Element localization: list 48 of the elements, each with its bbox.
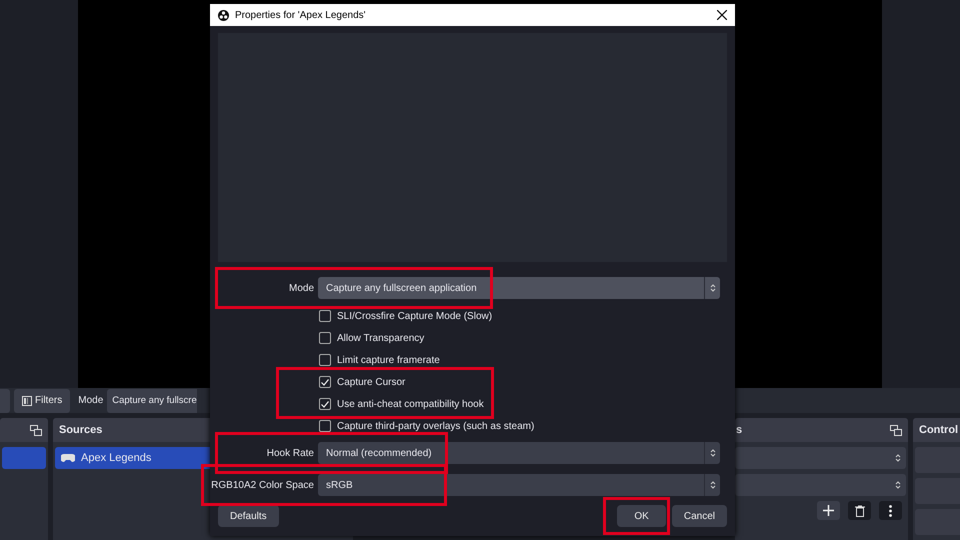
filters-button[interactable]: Filters: [14, 388, 70, 412]
more-button[interactable]: [879, 501, 902, 520]
checkbox[interactable]: SLI/Crossfire Capture Mode (Slow): [318, 310, 492, 322]
field-label: RGB10A2 Color Space: [211, 480, 314, 490]
dock-title: Control: [919, 424, 958, 436]
add-button[interactable]: [817, 501, 840, 520]
close-icon: [717, 10, 727, 20]
defaults-button[interactable]: Defaults: [218, 505, 279, 527]
mode-dropdown[interactable]: Capture any fullscre: [107, 388, 197, 412]
updown-icon: [710, 480, 716, 490]
app-logo-icon: [218, 10, 229, 20]
checkbox[interactable]: Use anti-cheat compatibility hook: [318, 398, 484, 410]
ok-button[interactable]: OK: [617, 505, 666, 527]
updown-icon: [710, 283, 716, 293]
checkbox-box[interactable]: [319, 310, 331, 322]
dropdown[interactable]: Normal (recommended): [318, 442, 720, 464]
checkmark-icon: [321, 378, 329, 386]
close-button[interactable]: [717, 10, 727, 20]
checkmark-icon: [321, 400, 329, 408]
trash-icon: [854, 504, 864, 516]
more-icon: [889, 504, 892, 516]
delete-button[interactable]: [848, 501, 871, 520]
checkbox[interactable]: Allow Transparency: [318, 332, 424, 344]
gamepad-icon: [61, 454, 75, 462]
checkbox[interactable]: Capture Cursor: [318, 376, 406, 388]
checkbox-box[interactable]: [319, 398, 331, 410]
undock-icon[interactable]: [30, 424, 42, 436]
checkbox[interactable]: Limit capture framerate: [318, 354, 440, 366]
dialog-title: Properties for 'Apex Legends': [235, 10, 366, 20]
checkbox-box[interactable]: [319, 420, 331, 432]
checkbox-box[interactable]: [319, 354, 331, 366]
mode-label: Mode: [78, 395, 104, 406]
filter-icon: [22, 396, 32, 406]
plus-icon: [823, 505, 834, 516]
field-label: Hook Rate: [266, 448, 314, 458]
checkbox-box[interactable]: [319, 332, 331, 344]
updown-icon: [895, 453, 901, 463]
cancel-button[interactable]: Cancel: [672, 505, 727, 527]
dropdown[interactable]: sRGB: [318, 474, 720, 496]
updown-icon: [710, 448, 716, 458]
undock-icon[interactable]: [890, 424, 902, 436]
checkbox[interactable]: Capture third-party overlays (such as steam): [318, 420, 534, 432]
checkbox-box[interactable]: [319, 376, 331, 388]
updown-icon: [895, 480, 901, 490]
dock-title: Sources: [59, 424, 102, 436]
dropdown[interactable]: Capture any fullscreen application: [318, 277, 720, 299]
dock-title: s: [736, 424, 742, 436]
field-label: Mode: [288, 282, 314, 294]
